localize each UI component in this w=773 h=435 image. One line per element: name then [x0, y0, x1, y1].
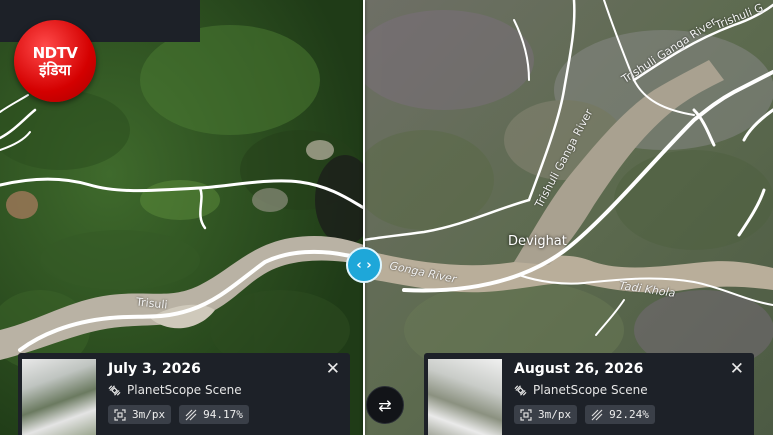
logo-text-ndtv: NDTV	[32, 43, 78, 62]
left-scene-source-label: PlanetScope Scene	[127, 383, 242, 397]
right-scene-thumbnail[interactable]	[428, 359, 502, 435]
right-scene-source-label: PlanetScope Scene	[533, 383, 648, 397]
satellite-icon	[108, 384, 121, 396]
left-resolution-value: 3m/px	[132, 408, 166, 421]
right-scene-date: August 26, 2026	[514, 361, 644, 377]
resolution-icon	[520, 408, 532, 421]
left-coverage-badge: 94.17%	[179, 405, 249, 424]
left-scene-date: July 3, 2026	[108, 361, 201, 377]
compare-divider[interactable]	[363, 0, 365, 435]
satellite-icon	[514, 384, 527, 396]
coverage-hatch-icon	[185, 409, 197, 420]
left-scene-source: PlanetScope Scene	[108, 383, 242, 397]
left-scene-thumbnail[interactable]	[22, 359, 96, 435]
resolution-icon	[114, 408, 126, 421]
compare-slider-handle[interactable]: ‹ ›	[346, 247, 382, 283]
left-card-close-button[interactable]: ✕	[326, 359, 340, 379]
left-resolution-badge: 3m/px	[108, 405, 172, 424]
coverage-hatch-icon	[591, 409, 603, 420]
right-coverage-value: 92.24%	[609, 408, 649, 421]
right-scene-source: PlanetScope Scene	[514, 383, 648, 397]
left-scene-badges: 3m/px 94.17%	[108, 405, 249, 424]
logo-text-india: इंडिया	[39, 60, 71, 79]
right-resolution-value: 3m/px	[538, 408, 572, 421]
left-scene-card: July 3, 2026 ✕ PlanetScope Scene 3m/px 9…	[18, 353, 350, 435]
map-compare-view[interactable]: Trisuli Trishuli Ganga River Trishuli G …	[0, 0, 773, 435]
right-scene-badges: 3m/px 92.24%	[514, 405, 655, 424]
right-coverage-badge: 92.24%	[585, 405, 655, 424]
right-card-close-button[interactable]: ✕	[730, 359, 744, 379]
right-scene-card: August 26, 2026 ✕ PlanetScope Scene 3m/p…	[424, 353, 754, 435]
place-label-devighat: Devighat	[508, 234, 567, 249]
swap-images-button[interactable]: ⇄	[366, 386, 404, 424]
left-coverage-value: 94.17%	[203, 408, 243, 421]
ndtv-india-logo: NDTV इंडिया	[14, 20, 96, 102]
right-resolution-badge: 3m/px	[514, 405, 578, 424]
